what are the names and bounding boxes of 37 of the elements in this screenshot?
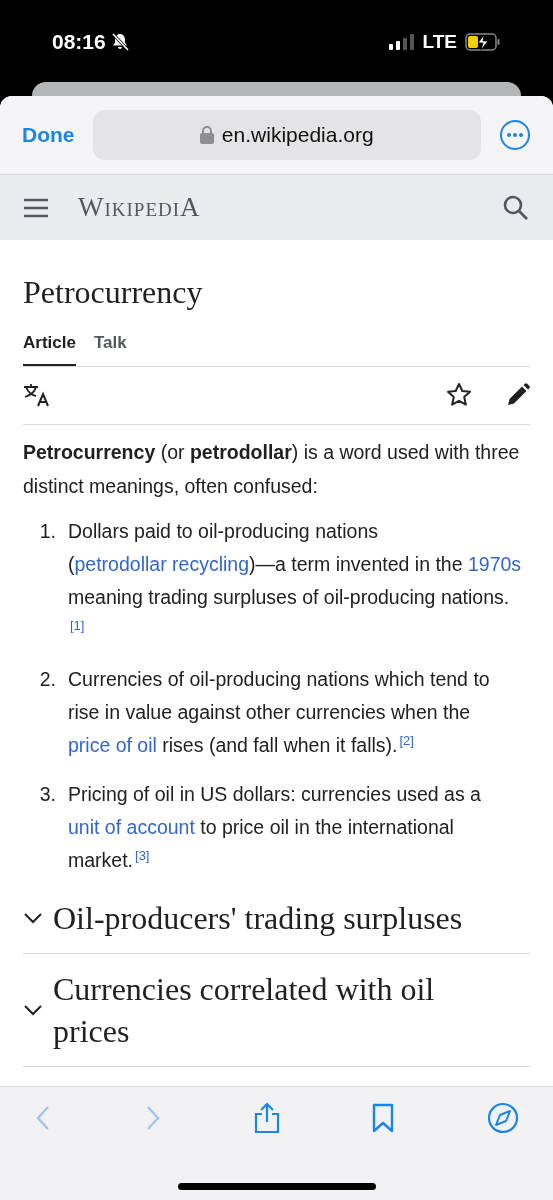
chevron-icon (23, 1003, 43, 1016)
reference-link[interactable]: [1] (70, 618, 85, 633)
bookmark-icon[interactable] (371, 1103, 396, 1133)
wikipedia-wordmark[interactable]: WikipediA (78, 187, 201, 228)
network-label: LTE (422, 29, 457, 54)
translate-icon[interactable] (23, 383, 51, 407)
menu-icon[interactable] (24, 197, 48, 218)
article-link[interactable]: 1970s (467, 552, 522, 575)
list-item-text: Currencies of oil-producing nations which tend to rise in value against other currencies when the price of oil rises (and fall when it falls).$^{[2]}$ (68, 666, 491, 758)
list-number: 3. (38, 781, 57, 807)
star-icon[interactable] (446, 382, 472, 408)
clock: 08:16 (52, 29, 106, 56)
compass-icon[interactable] (487, 1102, 519, 1134)
search-icon[interactable] (503, 194, 529, 221)
signal-icon (388, 34, 415, 50)
article-title: Petrocurrency (23, 273, 204, 312)
list-item-text: Pricing of oil in US dollars: currencies used as a unit of account to price oil in the international market.$^{[3]}$ (68, 781, 482, 873)
page-tab[interactable]: Talk (93, 330, 127, 366)
list-number: 1. (38, 518, 57, 544)
reference-link[interactable]: [2] (399, 733, 414, 748)
list-number: 2. (38, 666, 57, 692)
done-button[interactable]: Done (22, 119, 75, 151)
intro-paragraph: Petrocurrency (or petrodollar) is a word used with three distinct meanings, often confused: (23, 439, 521, 499)
more-icon[interactable] (499, 119, 531, 151)
url-text: en.wikipedia.org (221, 122, 374, 149)
article-link[interactable]: unit of account (68, 815, 195, 838)
section-heading[interactable]: Currencies correlated with oil prices (23, 953, 530, 1067)
section-heading[interactable]: Oil-producers' trading surpluses (23, 882, 530, 954)
chevron-icon (23, 911, 43, 924)
address-bar[interactable]: en.wikipedia.org (92, 110, 481, 160)
lock-icon (199, 126, 214, 144)
article-link[interactable]: petrodollar recycling (74, 552, 249, 575)
pencil-icon[interactable] (506, 383, 530, 407)
article-link[interactable]: price of oil (68, 733, 157, 756)
page-tab[interactable]: Article (23, 330, 76, 366)
share-icon[interactable] (253, 1102, 280, 1134)
reference-link[interactable]: [3] (135, 848, 150, 863)
